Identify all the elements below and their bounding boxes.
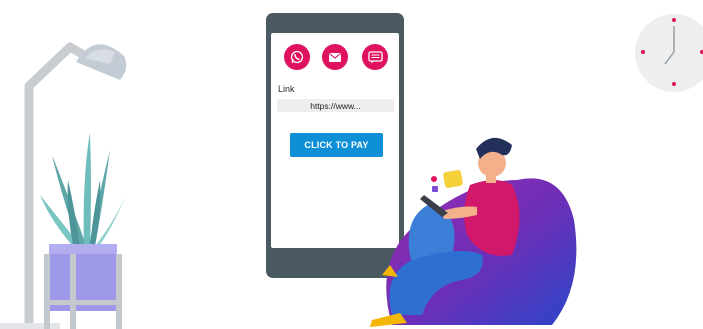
sms-icon (367, 50, 383, 63)
clock-hands-icon (641, 18, 703, 86)
email-share-button[interactable] (322, 44, 348, 70)
sms-share-button[interactable] (362, 44, 388, 70)
link-url-field[interactable]: https://www... (277, 99, 394, 112)
mail-icon (329, 52, 341, 62)
potted-plant-illustration (40, 132, 128, 329)
link-label: Link (278, 84, 295, 94)
person-on-beanbag-illustration (370, 137, 577, 327)
whatsapp-share-button[interactable] (284, 44, 310, 70)
whatsapp-icon (290, 50, 304, 64)
link-url-text: https://www... (310, 100, 361, 111)
